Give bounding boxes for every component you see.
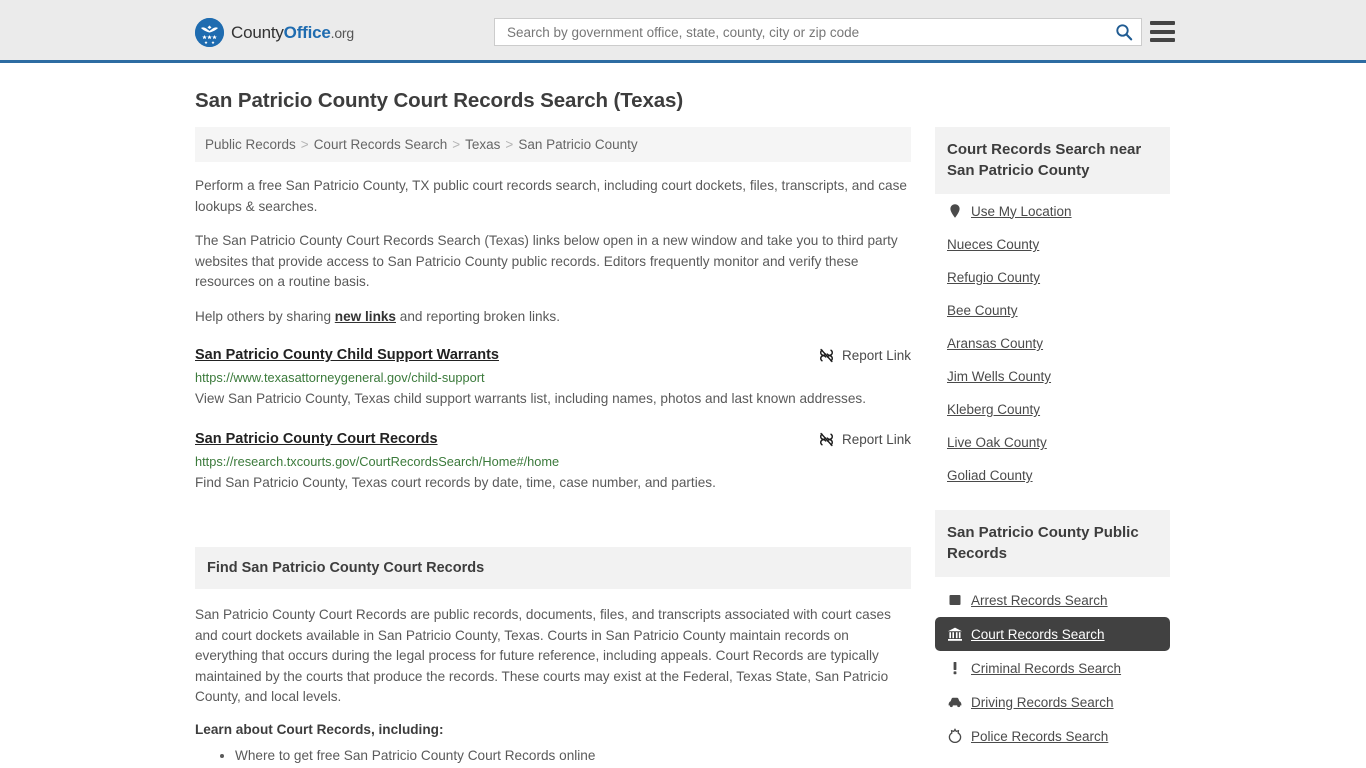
logo-text-county: County [231,22,284,42]
site-header: CountyOffice.org [0,0,1366,63]
sidebar-item-label[interactable]: Refugio County [947,270,1040,285]
sidebar-item-aransas-county[interactable]: Aransas County [935,327,1170,360]
hamburger-bar-2 [1150,29,1175,34]
hamburger-bar-3 [1150,38,1175,42]
sidebar-item-criminal-records-search[interactable]: Criminal Records Search [935,651,1170,685]
find-section-heading: Find San Patricio County Court Records [195,547,911,589]
link-entry-title[interactable]: San Patricio County Child Support Warran… [195,347,499,363]
sidebar-item-court-records-search[interactable]: Court Records Search [935,617,1170,651]
eagle-seal-icon [195,18,224,47]
sidebar-item-jim-wells-county[interactable]: Jim Wells County [935,360,1170,393]
content-container: San Patricio County Court Records Search… [195,89,1175,768]
sidebar-item-police-records-search[interactable]: Police Records Search [935,719,1170,753]
report-link-label: Report Link [841,432,911,447]
sidebar-item-label[interactable]: Arrest Records Search [971,593,1108,608]
link-entry-header: San Patricio County Child Support Warran… [195,347,911,363]
share-text-before: Help others by sharing [195,308,335,324]
report-link-button[interactable]: Report Link [819,347,911,363]
sidebar-item-live-oak-county[interactable]: Live Oak County [935,426,1170,459]
link-entry-url: https://research.txcourts.gov/CourtRecor… [195,454,560,469]
fingerprint-square-icon [947,592,963,608]
public-records-heading: San Patricio County Public Records [935,510,1170,577]
page-body: San Patricio County Court Records Search… [0,89,1366,768]
breadcrumb-item-court-records-search[interactable]: Court Records Search [314,137,448,152]
intro-paragraph-2: The San Patricio County Court Records Se… [195,233,898,289]
find-section-paragraph: San Patricio County Court Records are pu… [195,607,891,704]
main-column: Public Records > Court Records Search > Texa… [195,127,911,768]
search-icon[interactable] [1115,23,1133,41]
sidebar-item-use-my-location[interactable]: Use My Location [935,194,1170,228]
sidebar-item-arrest-records-search[interactable]: Arrest Records Search [935,583,1170,617]
logo-text-office: Office [283,22,331,42]
sidebar-item-label[interactable]: Aransas County [947,336,1043,351]
sidebar-item-kleberg-county[interactable]: Kleberg County [935,393,1170,426]
sidebar-item-label[interactable]: Police Records Search [971,729,1108,744]
breadcrumb-item-public-records[interactable]: Public Records [205,137,296,152]
breadcrumb-separator-1: > [300,137,309,152]
intro-paragraph-3: Help others by sharing new links and rep… [195,307,911,328]
public-records-list: Arrest Records Search Court Records Sear… [935,583,1170,753]
breadcrumb-item-san-patricio-county[interactable]: San Patricio County [518,137,637,152]
unlink-icon [819,348,834,363]
find-section-body: San Patricio County Court Records are pu… [195,589,911,767]
link-entry: San Patricio County Child Support Warran… [195,347,911,411]
learn-about-list: Where to get free San Patricio County Co… [195,745,911,767]
hamburger-menu-icon[interactable] [1150,21,1175,42]
sidebar-item-driving-records-search[interactable]: Driving Records Search [935,685,1170,719]
search-bar[interactable] [494,18,1142,46]
courthouse-icon [947,626,963,642]
car-icon [947,694,963,710]
report-link-label: Report Link [841,348,911,363]
sidebar-item-label[interactable]: Live Oak County [947,435,1047,450]
nearby-searches-heading: Court Records Search near San Patricio C… [935,127,1170,194]
sidebar-item-label[interactable]: Kleberg County [947,402,1040,417]
breadcrumb-separator-2: > [452,137,461,152]
link-entry-description: View San Patricio County, Texas child su… [195,391,866,406]
link-entry: San Patricio County Court Records Report… [195,431,911,495]
site-logo[interactable]: CountyOffice.org [195,18,354,47]
new-links-link[interactable]: new links [335,309,396,324]
search-input[interactable] [505,23,1115,41]
link-entry-title[interactable]: San Patricio County Court Records [195,431,438,447]
breadcrumb-separator-3: > [505,137,514,152]
page-title: San Patricio County Court Records Search… [195,89,684,112]
intro-paragraph-1: Perform a free San Patricio County, TX p… [195,178,907,214]
public-records-card: San Patricio County Public Records Arres… [935,510,1170,753]
breadcrumb: Public Records > Court Records Search > Texa… [195,127,911,162]
sidebar-item-label[interactable]: Court Records Search [971,627,1105,642]
sidebar-item-label[interactable]: Driving Records Search [971,695,1114,710]
report-link-button[interactable]: Report Link [819,431,911,447]
police-badge-icon [947,728,963,744]
sidebar-item-label[interactable]: Goliad County [947,468,1033,483]
sidebar-item-refugio-county[interactable]: Refugio County [935,261,1170,294]
hamburger-bar-1 [1150,21,1175,25]
exclamation-icon [947,660,963,676]
nearby-searches-list: Use My Location Nueces County Refugio Co… [935,194,1170,492]
learn-about-heading: Learn about Court Records, including: [195,721,444,737]
logo-text-org: .org [330,24,355,41]
sidebar: Court Records Search near San Patricio C… [935,127,1170,761]
link-entry-header: San Patricio County Court Records Report… [195,431,911,447]
breadcrumb-item-texas[interactable]: Texas [465,137,500,152]
nearby-searches-card: Court Records Search near San Patricio C… [935,127,1170,492]
sidebar-item-label[interactable]: Bee County [947,303,1018,318]
link-entry-url: https://www.texasattorneygeneral.gov/chi… [195,370,485,385]
link-entry-description: Find San Patricio County, Texas court re… [195,475,716,490]
sidebar-item-label[interactable]: Nueces County [947,237,1039,252]
logo-wordmark: CountyOffice.org [231,23,354,43]
unlink-icon [819,432,834,447]
sidebar-item-bee-county[interactable]: Bee County [935,294,1170,327]
sidebar-item-label[interactable]: Criminal Records Search [971,661,1121,676]
sidebar-item-nueces-county[interactable]: Nueces County [935,228,1170,261]
sidebar-item-label[interactable]: Use My Location [971,204,1072,219]
list-item: Where to get free San Patricio County Co… [235,745,911,767]
share-text-after: and reporting broken links. [396,308,560,324]
map-pin-icon [947,203,963,219]
sidebar-item-label[interactable]: Jim Wells County [947,369,1051,384]
sidebar-item-goliad-county[interactable]: Goliad County [935,459,1170,492]
content-columns: Public Records > Court Records Search > Texa… [195,127,1175,768]
